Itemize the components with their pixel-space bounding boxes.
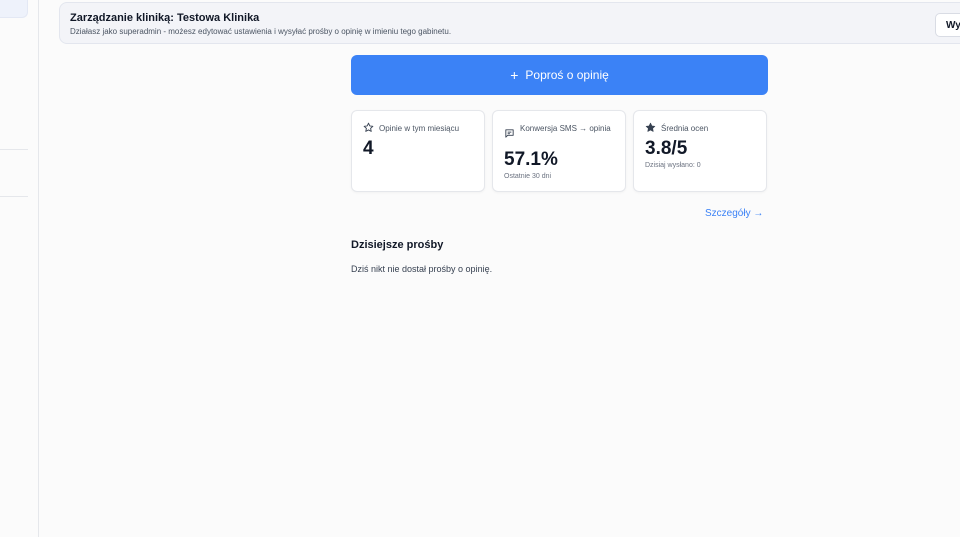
stat-value: 3.8/5 xyxy=(645,138,688,159)
stat-card-monthly-reviews: Opinie w tym miesiącu 4 xyxy=(351,110,485,192)
section-title-today-requests: Dzisiejsze prośby xyxy=(351,239,444,251)
exit-clinic-button[interactable]: Wyjdź xyxy=(935,13,960,37)
stat-card-sms-conversion: Konwersja SMS → opinia 57.1% Ostatnie 30… xyxy=(492,110,626,192)
star-outline-icon xyxy=(363,122,374,132)
request-review-label: Poproś o opinię xyxy=(525,68,609,82)
stat-note: Dzisiaj wysłano: 0 xyxy=(645,162,701,169)
sidebar xyxy=(0,0,39,537)
stat-label: Konwersja SMS → opinia xyxy=(520,124,611,133)
request-review-button[interactable]: + Poproś o opinię xyxy=(351,55,768,95)
star-filled-icon xyxy=(645,122,656,132)
stat-value: 4 xyxy=(363,138,374,159)
stat-note: Ostatnie 30 dni xyxy=(504,173,552,180)
details-link[interactable]: Szczegóły → xyxy=(705,208,763,219)
superadmin-banner: Zarządzanie kliniką: Testowa Klinika Dzi… xyxy=(59,2,960,44)
stat-value: 57.1% xyxy=(504,149,558,170)
banner-subtitle: Działasz jako superadmin - możesz edytow… xyxy=(70,27,452,36)
sidebar-divider xyxy=(0,196,28,197)
plus-icon: + xyxy=(510,67,519,83)
sidebar-divider xyxy=(0,149,28,150)
stat-card-average-rating: Średnia ocen 3.8/5 Dzisiaj wysłano: 0 xyxy=(633,110,767,192)
empty-state-text: Dziś nikt nie dostał prośby o opinię. xyxy=(351,264,493,274)
stat-label: Opinie w tym miesiącu xyxy=(379,124,460,133)
message-icon xyxy=(505,129,514,138)
stat-label: Średnia ocen xyxy=(661,124,709,133)
sidebar-active-item[interactable] xyxy=(0,0,28,18)
banner-title: Zarządzanie kliniką: Testowa Klinika xyxy=(70,12,260,24)
